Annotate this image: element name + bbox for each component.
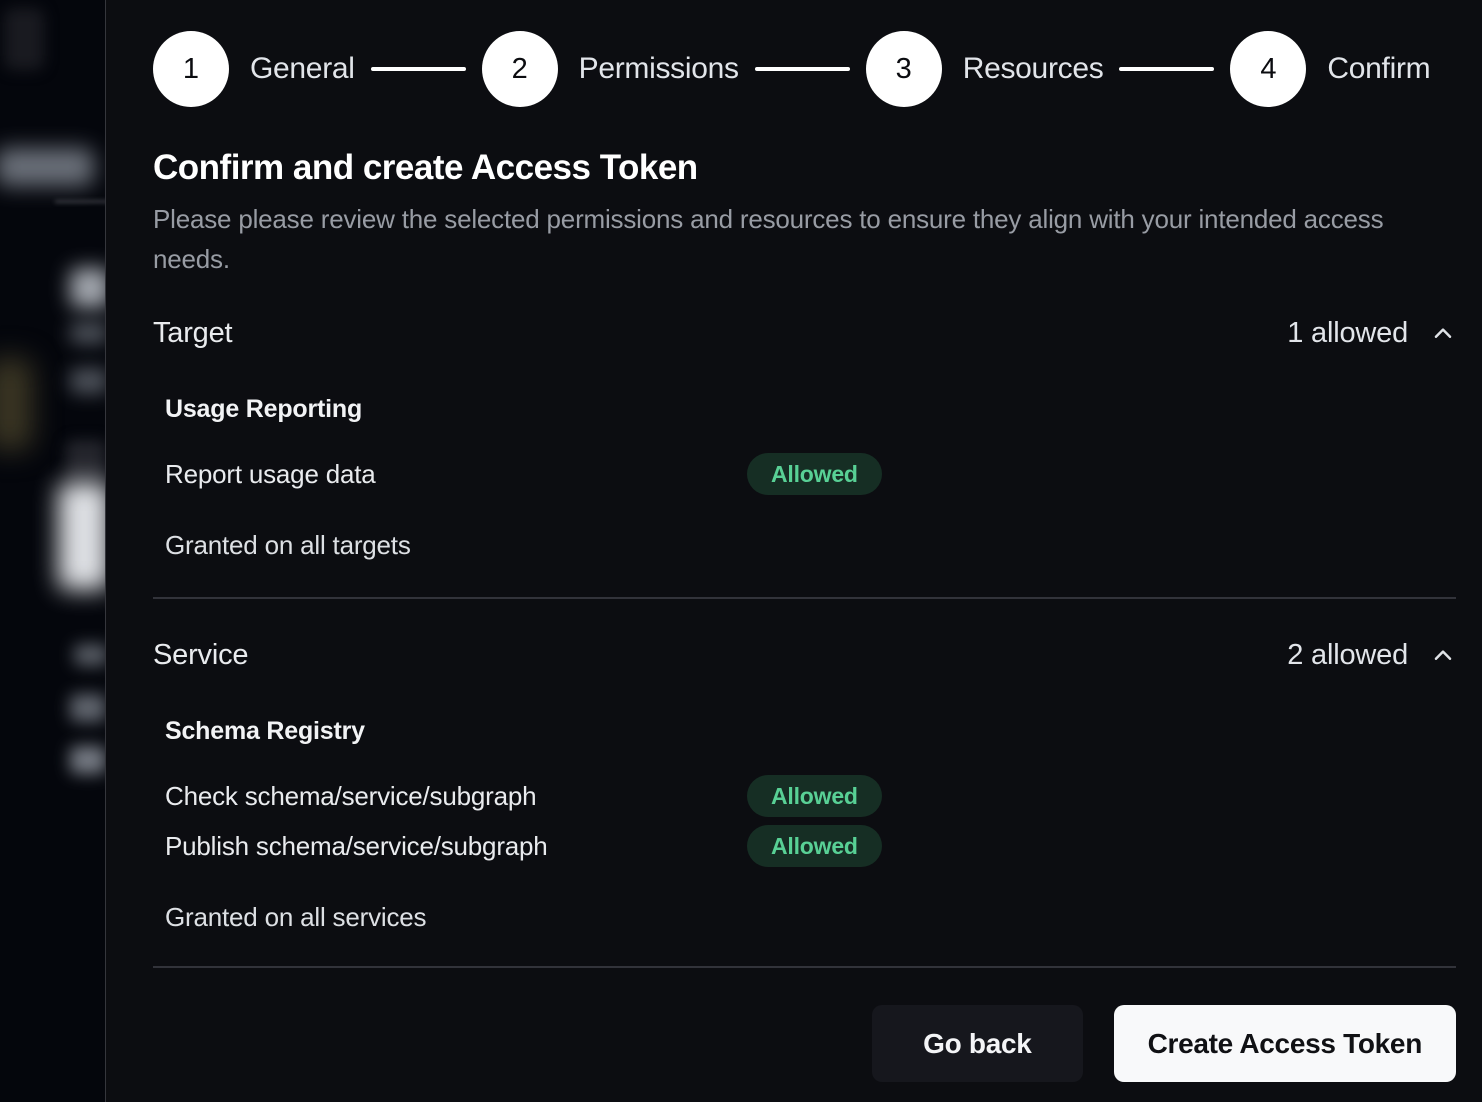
step-label: Confirm <box>1327 52 1430 86</box>
blurred-nav-text <box>0 148 94 186</box>
chevron-up-icon <box>1430 321 1456 347</box>
page-subtitle: Please please review the selected permis… <box>153 199 1388 279</box>
step-label: Permissions <box>579 52 739 86</box>
blurred-card <box>58 482 106 590</box>
blurred-text-fragment <box>70 368 106 394</box>
blurred-accent-blob <box>0 358 32 450</box>
footer-divider <box>153 966 1456 968</box>
blurred-menu-item <box>70 694 106 722</box>
blurred-divider <box>55 200 106 203</box>
allowed-badge: Allowed <box>747 825 882 867</box>
section-footnote: Granted on all targets <box>165 530 1456 561</box>
blurred-logo <box>4 8 44 70</box>
blurred-icon <box>66 440 106 482</box>
step-connector <box>1119 67 1214 71</box>
step-number-circle: 2 <box>482 31 558 107</box>
permission-label: Report usage data <box>165 459 747 490</box>
section-target-header: Target 1 allowed <box>153 317 1456 350</box>
allowed-badge: Allowed <box>747 453 882 495</box>
section-service-header: Service 2 allowed <box>153 639 1456 672</box>
allowed-badge: Allowed <box>747 775 882 817</box>
step-number-circle: 1 <box>153 31 229 107</box>
blurred-menu-item <box>74 644 106 666</box>
step-resources[interactable]: 3 Resources <box>866 31 1104 107</box>
allowed-count: 1 allowed <box>1287 317 1408 350</box>
permission-row: Report usage data Allowed <box>165 452 1456 496</box>
allowed-count: 2 allowed <box>1287 639 1408 672</box>
section-title: Target <box>153 317 232 350</box>
blurred-menu-item <box>70 746 106 774</box>
step-connector <box>371 67 466 71</box>
permission-group-title: Schema Registry <box>165 717 1456 746</box>
screen: 1 General 2 Permissions 3 Resources 4 Co… <box>0 0 1482 1102</box>
chevron-up-icon <box>1430 643 1456 669</box>
blurred-heading-fragment <box>70 268 106 308</box>
section-footnote: Granted on all services <box>165 902 1456 933</box>
section-target-collapse-toggle[interactable]: 1 allowed <box>1287 317 1456 350</box>
go-back-button[interactable]: Go back <box>872 1005 1082 1082</box>
step-number-circle: 4 <box>1230 31 1306 107</box>
permission-group-title: Usage Reporting <box>165 395 1456 424</box>
step-label: Resources <box>963 52 1104 86</box>
modal-footer: Go back Create Access Token <box>153 1005 1456 1082</box>
step-connector <box>755 67 850 71</box>
create-access-token-button[interactable]: Create Access Token <box>1114 1005 1456 1082</box>
step-general[interactable]: 1 General <box>153 31 355 107</box>
permission-row: Publish schema/service/subgraph Allowed <box>165 824 1456 868</box>
section-divider <box>153 597 1456 599</box>
create-access-token-modal: 1 General 2 Permissions 3 Resources 4 Co… <box>105 0 1482 1102</box>
step-label: General <box>250 52 355 86</box>
step-confirm[interactable]: 4 Confirm <box>1230 31 1430 107</box>
step-number-circle: 3 <box>866 31 942 107</box>
blurred-text-fragment <box>70 322 106 344</box>
permission-row: Check schema/service/subgraph Allowed <box>165 774 1456 818</box>
step-permissions[interactable]: 2 Permissions <box>482 31 739 107</box>
section-service-collapse-toggle[interactable]: 2 allowed <box>1287 639 1456 672</box>
wizard-stepper: 1 General 2 Permissions 3 Resources 4 Co… <box>153 31 1456 107</box>
page-title: Confirm and create Access Token <box>153 148 1456 188</box>
permission-label: Publish schema/service/subgraph <box>165 831 747 862</box>
permission-label: Check schema/service/subgraph <box>165 781 747 812</box>
blurred-page-background <box>0 0 106 1102</box>
section-title: Service <box>153 639 248 672</box>
